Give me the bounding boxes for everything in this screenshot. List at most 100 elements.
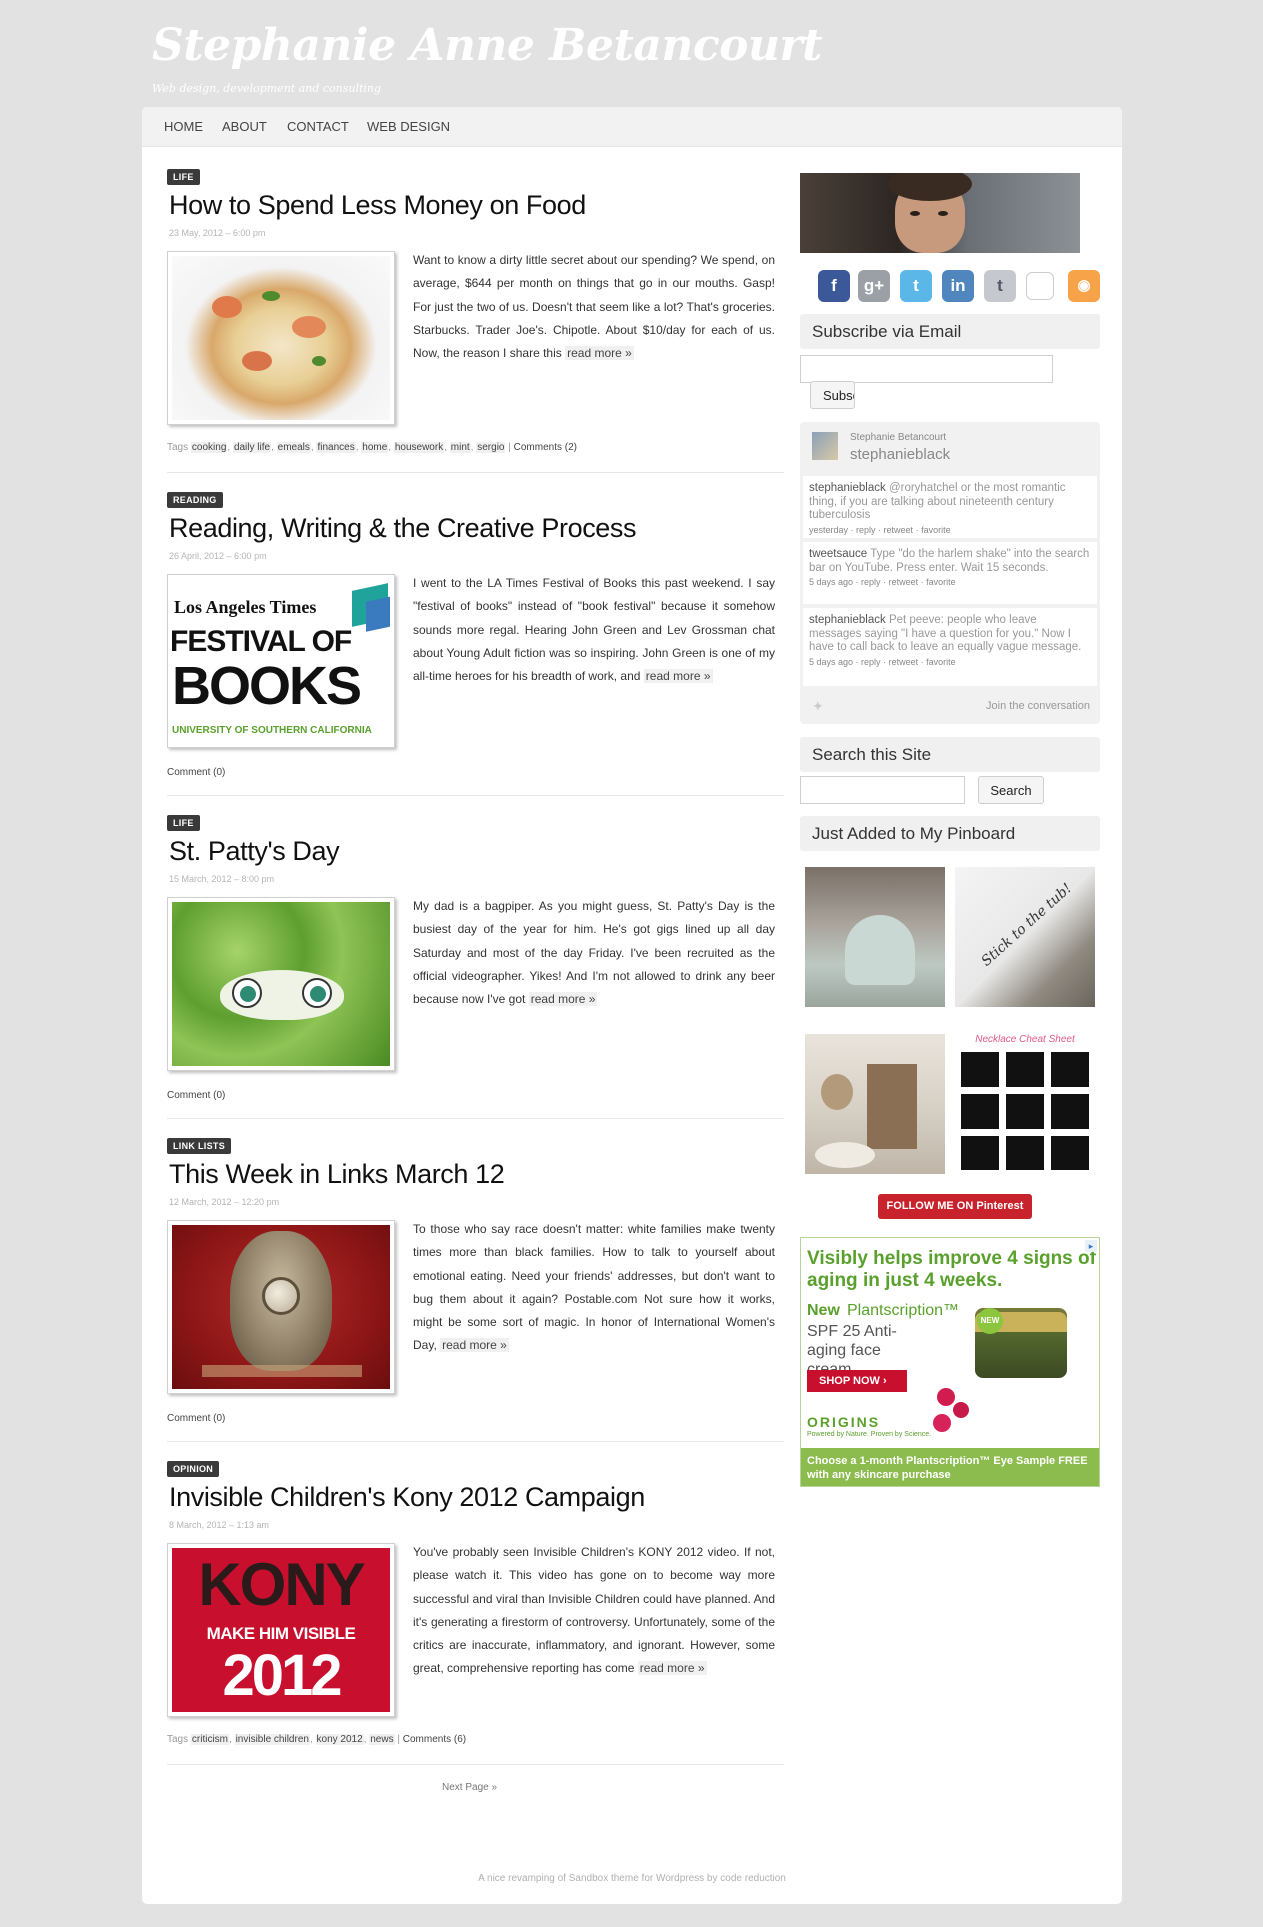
post-date: 8 March, 2012 – 1:13 am bbox=[169, 1520, 270, 1530]
post-meta: Comment (0) bbox=[167, 767, 225, 778]
tag-link[interactable]: daily life bbox=[232, 442, 272, 453]
category-badge[interactable]: LIFE bbox=[167, 815, 200, 831]
image-caption: 2012 bbox=[222, 1643, 342, 1708]
tag-link[interactable]: criticism bbox=[190, 1734, 230, 1745]
ad-shop-now-button[interactable]: SHOP NOW › bbox=[807, 1370, 907, 1392]
nav-contact[interactable]: CONTACT bbox=[287, 119, 349, 134]
tag-link[interactable]: emeals bbox=[276, 442, 311, 453]
facebook-icon[interactable]: f bbox=[818, 270, 850, 302]
post: LIFE St. Patty's Day 15 March, 2012 – 8:… bbox=[167, 813, 784, 1119]
pin-image[interactable] bbox=[805, 1034, 945, 1174]
post-excerpt: I went to the LA Times Festival of Books… bbox=[413, 576, 775, 684]
footer-credit: A nice revamping of Sandbox theme for Wo… bbox=[478, 1873, 786, 1884]
next-page-link[interactable]: Next Page » bbox=[442, 1782, 497, 1793]
post-thumbnail[interactable]: Los Angeles Times FESTIVAL OF BOOKS UNIV… bbox=[167, 574, 395, 748]
rss-icon[interactable]: ◉ bbox=[1068, 270, 1100, 302]
twitter-icon[interactable]: t bbox=[900, 270, 932, 302]
tag-link[interactable]: housework bbox=[393, 442, 445, 453]
pin-image[interactable] bbox=[805, 867, 945, 1007]
image-caption: MAKE HIM VISIBLE bbox=[206, 1624, 356, 1643]
subscribe-button[interactable]: Subsc bbox=[810, 381, 855, 409]
nav-home[interactable]: HOME bbox=[164, 119, 203, 134]
tag-link[interactable]: mint bbox=[449, 442, 471, 453]
comments-link[interactable]: Comment (0) bbox=[167, 1090, 225, 1101]
post-date: 15 March, 2012 – 8:00 pm bbox=[169, 874, 275, 884]
site-title[interactable]: Stephanie Anne Betancourt bbox=[152, 20, 822, 71]
post: READING Reading, Writing & the Creative … bbox=[167, 490, 784, 796]
adchoices-icon[interactable]: ▸ bbox=[1085, 1240, 1097, 1252]
avatar bbox=[812, 432, 838, 460]
post-date: 23 May, 2012 – 6:00 pm bbox=[169, 228, 266, 238]
read-more-link[interactable]: read more » bbox=[440, 1338, 509, 1353]
site-tagline: Web design, development and consulting bbox=[152, 82, 382, 95]
post-title[interactable]: Reading, Writing & the Creative Process bbox=[169, 513, 637, 544]
post-thumbnail[interactable] bbox=[167, 251, 395, 425]
post-title[interactable]: St. Patty's Day bbox=[169, 836, 340, 867]
search-input[interactable] bbox=[800, 776, 965, 804]
post-thumbnail[interactable] bbox=[167, 897, 395, 1071]
tag-link[interactable]: home bbox=[361, 442, 389, 453]
tweet: stephanieblack @roryhatchel or the most … bbox=[803, 476, 1097, 538]
post-thumbnail[interactable]: KONY MAKE HIM VISIBLE 2012 bbox=[167, 1543, 395, 1717]
tag-link[interactable]: cooking bbox=[190, 442, 228, 453]
category-badge[interactable]: LIFE bbox=[167, 169, 200, 185]
post-excerpt: My dad is a bagpiper. As you might guess… bbox=[413, 899, 775, 1007]
post-divider bbox=[167, 1118, 784, 1119]
category-badge[interactable]: OPINION bbox=[167, 1461, 220, 1477]
post-title[interactable]: Invisible Children's Kony 2012 Campaign bbox=[169, 1482, 645, 1513]
google-plus-icon[interactable]: g+ bbox=[858, 270, 890, 302]
read-more-link[interactable]: read more » bbox=[637, 1661, 707, 1676]
post-date: 12 March, 2012 – 12:20 pm bbox=[169, 1197, 280, 1207]
comments-link[interactable]: Comment (0) bbox=[167, 1413, 225, 1424]
comments-link[interactable]: Comment (0) bbox=[167, 767, 225, 778]
main-nav: HOME ABOUT CONTACT WEB DESIGN bbox=[142, 107, 1122, 147]
ad-product-name: Plantscription™ bbox=[847, 1302, 960, 1319]
twitter-bird-icon: ✦ bbox=[812, 698, 824, 714]
ad-brand: ORIGINS bbox=[807, 1414, 881, 1430]
comments-link[interactable]: Comments (2) bbox=[514, 442, 577, 453]
image-caption: Los Angeles Times bbox=[174, 597, 317, 617]
profile-photo bbox=[800, 173, 1080, 253]
email-field[interactable] bbox=[800, 355, 1053, 383]
image-caption: FESTIVAL OF bbox=[172, 625, 352, 658]
tag-link[interactable]: invisible children bbox=[234, 1734, 310, 1745]
post-title[interactable]: This Week in Links March 12 bbox=[169, 1159, 505, 1190]
broken-image-icon[interactable] bbox=[1026, 272, 1054, 300]
post-divider bbox=[167, 472, 784, 473]
post-title[interactable]: How to Spend Less Money on Food bbox=[169, 190, 586, 221]
twitter-handle[interactable]: stephanieblack bbox=[850, 446, 950, 463]
comments-link[interactable]: Comments (6) bbox=[403, 1734, 466, 1745]
nav-web-design[interactable]: WEB DESIGN bbox=[367, 119, 450, 134]
pin-image[interactable]: Stick to the tub! bbox=[955, 867, 1095, 1007]
post-divider bbox=[167, 1764, 784, 1765]
tweet: tweetsauce Type "do the harlem shake" in… bbox=[803, 542, 1097, 604]
read-more-link[interactable]: read more » bbox=[565, 346, 634, 361]
category-badge[interactable]: LINK LISTS bbox=[167, 1138, 231, 1154]
post-excerpt: To those who say race doesn't matter: wh… bbox=[413, 1222, 775, 1353]
pinterest-follow-button[interactable]: FOLLOW ME ON Pinterest bbox=[878, 1194, 1032, 1219]
twitter-name: Stephanie Betancourt bbox=[850, 432, 947, 443]
ad-banner[interactable]: Visibly helps improve 4 signs of aging i… bbox=[800, 1237, 1100, 1487]
read-more-link[interactable]: read more » bbox=[643, 669, 713, 684]
tag-link[interactable]: sergio bbox=[476, 442, 506, 453]
tag-link[interactable]: news bbox=[369, 1734, 395, 1745]
tag-link[interactable]: finances bbox=[316, 442, 356, 453]
ad-new: New bbox=[807, 1302, 840, 1319]
linkedin-icon[interactable]: in bbox=[942, 270, 974, 302]
tag-link[interactable]: kony 2012 bbox=[315, 1734, 364, 1745]
tweet: stephanieblack Pet peeve: people who lea… bbox=[803, 608, 1097, 686]
ad-headline: Visibly helps improve 4 signs of aging i… bbox=[807, 1248, 1096, 1291]
search-button[interactable]: Search bbox=[978, 776, 1044, 804]
nav-about[interactable]: ABOUT bbox=[222, 119, 267, 134]
image-caption: KONY bbox=[198, 1551, 365, 1618]
read-more-link[interactable]: read more » bbox=[528, 992, 598, 1007]
tumblr-icon[interactable]: t bbox=[984, 270, 1016, 302]
category-badge[interactable]: READING bbox=[167, 492, 223, 508]
join-conversation-link[interactable]: Join the conversation bbox=[986, 700, 1090, 712]
post-excerpt: Want to know a dirty little secret about… bbox=[413, 253, 775, 361]
post-meta: Comment (0) bbox=[167, 1413, 225, 1424]
ad-new-badge: NEW bbox=[977, 1308, 1003, 1334]
pin-image[interactable]: Necklace Cheat Sheet bbox=[955, 1034, 1095, 1174]
post-thumbnail[interactable] bbox=[167, 1220, 395, 1394]
post-date: 26 April, 2012 – 6:00 pm bbox=[169, 551, 267, 561]
